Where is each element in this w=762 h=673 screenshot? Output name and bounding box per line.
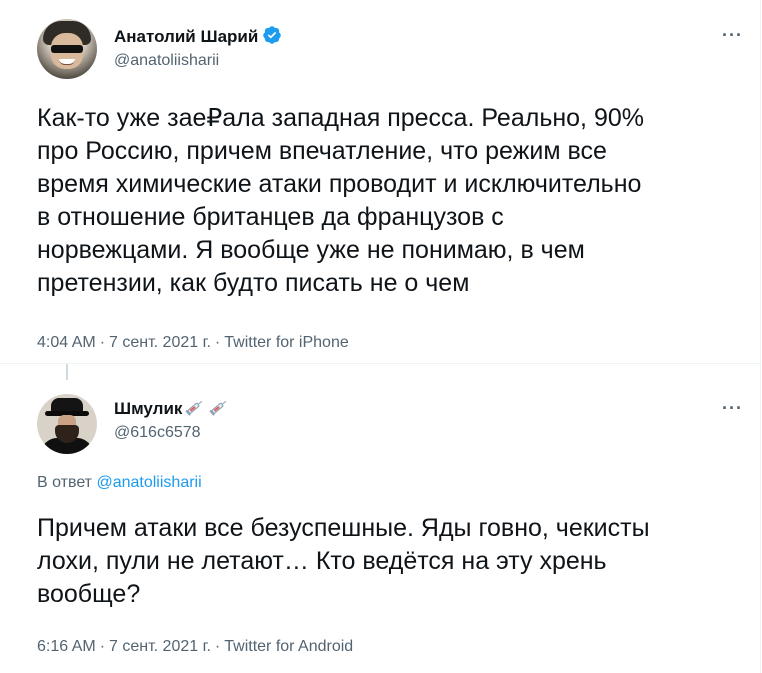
reply-handle-link[interactable]: @anatoliisharii: [96, 474, 201, 491]
meta-separator: ·: [99, 638, 106, 655]
tweet-time[interactable]: 6:16 AM: [37, 638, 96, 655]
meta-separator: ·: [99, 334, 106, 351]
tweet-source[interactable]: Twitter for Android: [224, 638, 353, 655]
tweet-time[interactable]: 4:04 AM: [37, 334, 96, 351]
more-icon[interactable]: ···: [722, 399, 743, 417]
syringe-emoji-icon: [184, 398, 206, 421]
author-name-text: Анатолий Шарий: [114, 27, 259, 46]
meta-separator: ·: [214, 334, 221, 351]
divider: [0, 363, 761, 364]
tweet-source[interactable]: Twitter for iPhone: [224, 334, 349, 351]
author-name[interactable]: Анатолий Шарий: [114, 25, 282, 50]
reply-context: В ответ @anatoliisharii: [37, 474, 202, 492]
tweet-text: Как-то уже зае₽ала западная пресса. Реал…: [37, 104, 644, 297]
author-handle[interactable]: @anatoliisharii: [114, 52, 219, 70]
tweet-text: Причем атаки все безуспешные. Яды говно,…: [37, 514, 650, 608]
author-handle[interactable]: @616c6578: [114, 424, 201, 442]
author-name[interactable]: Шмулик: [114, 398, 230, 421]
tweet-thread-card: Анатолий Шарий @anatoliisharii ··· Как-т…: [0, 0, 761, 673]
more-icon[interactable]: ···: [722, 26, 743, 44]
meta-separator: ·: [214, 638, 221, 655]
tweet-meta: 4:04 AM · 7 сент. 2021 г. · Twitter for iPho…: [37, 334, 349, 352]
tweet-date[interactable]: 7 сент. 2021 г.: [109, 334, 211, 351]
verified-badge-icon: [262, 25, 282, 50]
avatar[interactable]: [37, 19, 97, 79]
thread-connector: [66, 364, 68, 380]
syringe-emoji-icon: [208, 398, 230, 421]
avatar[interactable]: [37, 394, 97, 454]
tweet-meta: 6:16 AM · 7 сент. 2021 г. · Twitter for Andr…: [37, 638, 353, 656]
tweet-date[interactable]: 7 сент. 2021 г.: [109, 638, 211, 655]
reply-prefix: В ответ: [37, 474, 93, 491]
author-name-text: Шмулик: [114, 399, 183, 418]
main-tweet: Анатолий Шарий @anatoliisharii ··· Как-т…: [0, 0, 761, 363]
